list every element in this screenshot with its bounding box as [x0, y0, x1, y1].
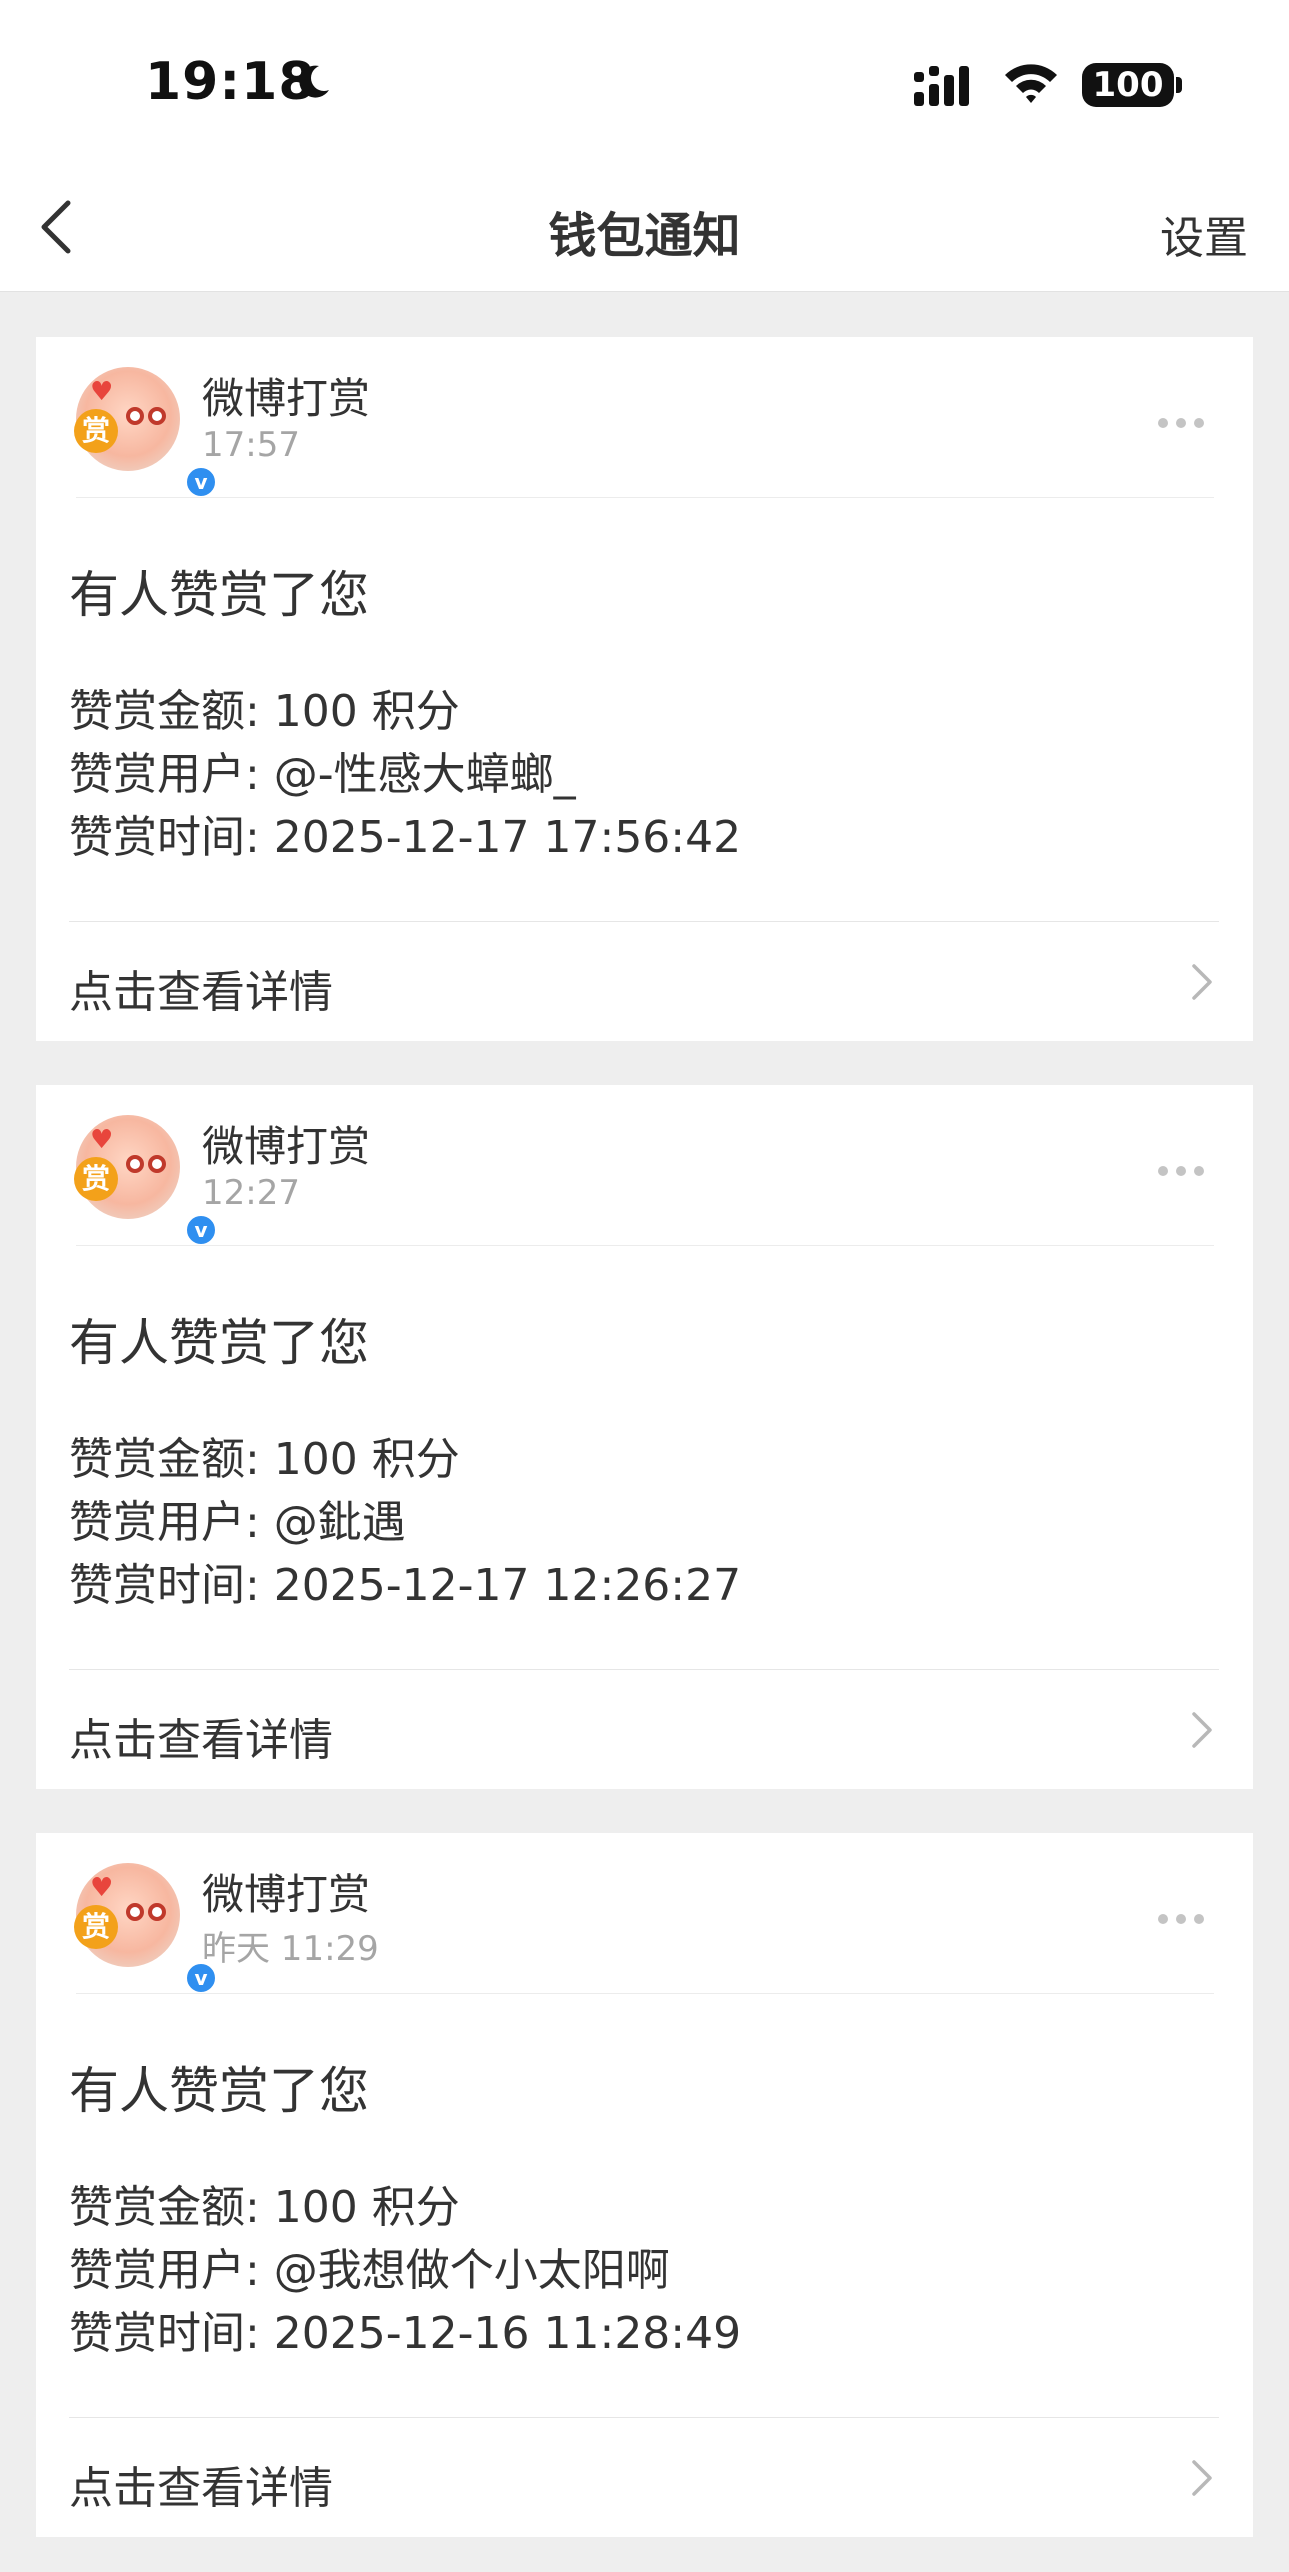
reward-amount: 赞赏金额: 100 积分 [69, 1434, 460, 1485]
view-details-label: 点击查看详情 [69, 1715, 333, 1766]
view-details-row[interactable]: 点击查看详情 [36, 1670, 1253, 1789]
moon-icon [299, 65, 329, 98]
view-details-row[interactable]: 点击查看详情 [36, 922, 1253, 1041]
chevron-right-icon [1192, 964, 1212, 1000]
status-bar: 19:18 100 [0, 0, 1289, 160]
reward-badge: 赏 [74, 1905, 118, 1949]
chevron-right-icon [1192, 2460, 1212, 2496]
chevron-right-icon [1192, 1712, 1212, 1748]
reward-user: 赞赏用户: @-性感大蟑螂_ [69, 749, 576, 800]
reward-user: 赞赏用户: @鈚遇 [69, 1497, 406, 1548]
more-dots-icon[interactable] [1158, 1161, 1212, 1180]
more-dots-icon[interactable] [1158, 413, 1212, 432]
avatar[interactable]: ♥ 赏 v [74, 1863, 218, 1995]
battery-icon: 100 [1082, 63, 1174, 107]
heart-icon: ♥ [90, 1873, 114, 1903]
notification-card: ♥ 赏 v 微博打赏 12:27 有人赞赏了您 赞赏金额: 100 积分 赞赏用… [36, 1085, 1253, 1789]
reward-user: 赞赏用户: @我想做个小太阳啊 [69, 2245, 670, 2296]
reward-badge: 赏 [74, 1157, 118, 1201]
more-dots-icon[interactable] [1158, 1909, 1212, 1928]
heart-icon: ♥ [90, 1125, 114, 1155]
avatar-eye [126, 1903, 144, 1921]
sender-name[interactable]: 微博打赏 [202, 1113, 370, 1174]
divider [76, 1245, 1214, 1246]
notification-time: 昨天 11:29 [202, 1929, 379, 1969]
notification-time: 17:57 [202, 425, 300, 465]
reward-amount: 赞赏金额: 100 积分 [69, 2182, 460, 2233]
notification-time: 12:27 [202, 1173, 300, 1213]
view-details-label: 点击查看详情 [69, 2463, 333, 2514]
avatar-eye [126, 407, 144, 425]
notification-card: ♥ 赏 v 微博打赏 昨天 11:29 有人赞赏了您 赞赏金额: 100 积分 … [36, 1833, 1253, 2537]
sender-name[interactable]: 微博打赏 [202, 365, 370, 426]
message-title: 有人赞赏了您 [69, 1314, 369, 1372]
verified-icon: v [184, 465, 218, 499]
reward-amount: 赞赏金额: 100 积分 [69, 686, 460, 737]
view-details-label: 点击查看详情 [69, 967, 333, 1018]
verified-icon: v [184, 1213, 218, 1247]
avatar-eye [126, 1155, 144, 1173]
avatar[interactable]: ♥ 赏 v [74, 1115, 218, 1247]
sender-name[interactable]: 微博打赏 [202, 1861, 370, 1922]
reward-time: 赞赏时间: 2025-12-17 17:56:42 [69, 812, 742, 863]
divider [76, 1993, 1214, 1994]
message-title: 有人赞赏了您 [69, 2062, 369, 2120]
message-title: 有人赞赏了您 [69, 566, 369, 624]
reward-time: 赞赏时间: 2025-12-16 11:28:49 [69, 2308, 742, 2359]
heart-icon: ♥ [90, 377, 114, 407]
avatar-eye [148, 407, 166, 425]
battery-cap [1176, 77, 1182, 93]
wifi-icon [1005, 64, 1057, 103]
settings-button[interactable]: 设置 [1160, 202, 1248, 266]
status-time: 19:18 [145, 52, 316, 112]
avatar-eye [148, 1903, 166, 1921]
page-title: 钱包通知 [548, 208, 741, 264]
nav-bar: 钱包通知 设置 [0, 160, 1289, 292]
divider [76, 497, 1214, 498]
reward-time: 赞赏时间: 2025-12-17 12:26:27 [69, 1560, 742, 1611]
avatar[interactable]: ♥ 赏 v [74, 367, 218, 499]
view-details-row[interactable]: 点击查看详情 [36, 2418, 1253, 2537]
signal-icon [914, 66, 969, 106]
reward-badge: 赏 [74, 409, 118, 453]
avatar-eye [148, 1155, 166, 1173]
notification-card: ♥ 赏 v 微博打赏 17:57 有人赞赏了您 赞赏金额: 100 积分 赞赏用… [36, 337, 1253, 1041]
